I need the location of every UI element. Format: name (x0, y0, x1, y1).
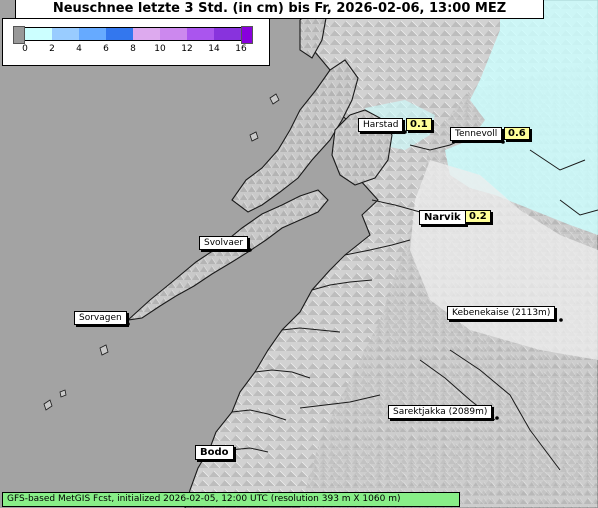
legend-swatch (160, 27, 187, 41)
marker-kebenekaise (559, 318, 563, 322)
place-label-svolvaer: Svolvaer (199, 236, 249, 250)
snow-value-narvik: 0.2 (465, 210, 491, 223)
legend-color-bar (13, 26, 253, 44)
legend-tick-label: 12 (181, 44, 193, 54)
place-label-bodo: Bodo (195, 445, 234, 460)
place-label-sarektjakka: Sarektjakka (2089m) (388, 405, 493, 419)
marker-sorvagen (126, 322, 130, 326)
marker-sarektjakka (495, 416, 499, 420)
legend-swatch (214, 27, 241, 41)
snow-value-tennevoll: 0.6 (504, 127, 530, 140)
legend-tick-label: 0 (22, 44, 28, 54)
legend-tick-label: 4 (76, 44, 82, 54)
place-label-sorvagen: Sorvagen (74, 311, 127, 325)
place-label-kebenekaise: Kebenekaise (2113m) (447, 306, 556, 320)
legend-swatch (25, 27, 52, 41)
place-label-harstad: Harstad (358, 118, 404, 132)
legend-tick-label: 16 (235, 44, 247, 54)
legend-tick-label: 8 (130, 44, 136, 54)
legend-tick-label: 2 (49, 44, 55, 54)
legend-swatch (187, 27, 214, 41)
forecast-footer: GFS-based MetGIS Fcst, initialized 2026-… (2, 492, 460, 507)
marker-svolvaer (248, 248, 252, 252)
snow-legend: 0 2 4 6 8 10 12 14 16 (2, 18, 270, 66)
legend-low-cap (13, 26, 25, 44)
legend-swatch (52, 27, 79, 41)
legend-swatch (133, 27, 160, 41)
legend-tick-label: 6 (103, 44, 109, 54)
terrain-map (0, 0, 598, 508)
legend-tick-label: 10 (154, 44, 166, 54)
place-label-narvik: Narvik (419, 210, 466, 225)
snow-value-harstad: 0.1 (406, 118, 432, 131)
legend-swatch (106, 27, 133, 41)
map-title: Neuschnee letzte 3 Std. (in cm) bis Fr, … (15, 0, 544, 19)
legend-high-cap (241, 26, 253, 44)
legend-tick-label: 14 (208, 44, 220, 54)
place-label-tennevoll: Tennevoll (450, 127, 503, 141)
map-stage: Neuschnee letzte 3 Std. (in cm) bis Fr, … (0, 0, 598, 508)
legend-swatch (79, 27, 106, 41)
